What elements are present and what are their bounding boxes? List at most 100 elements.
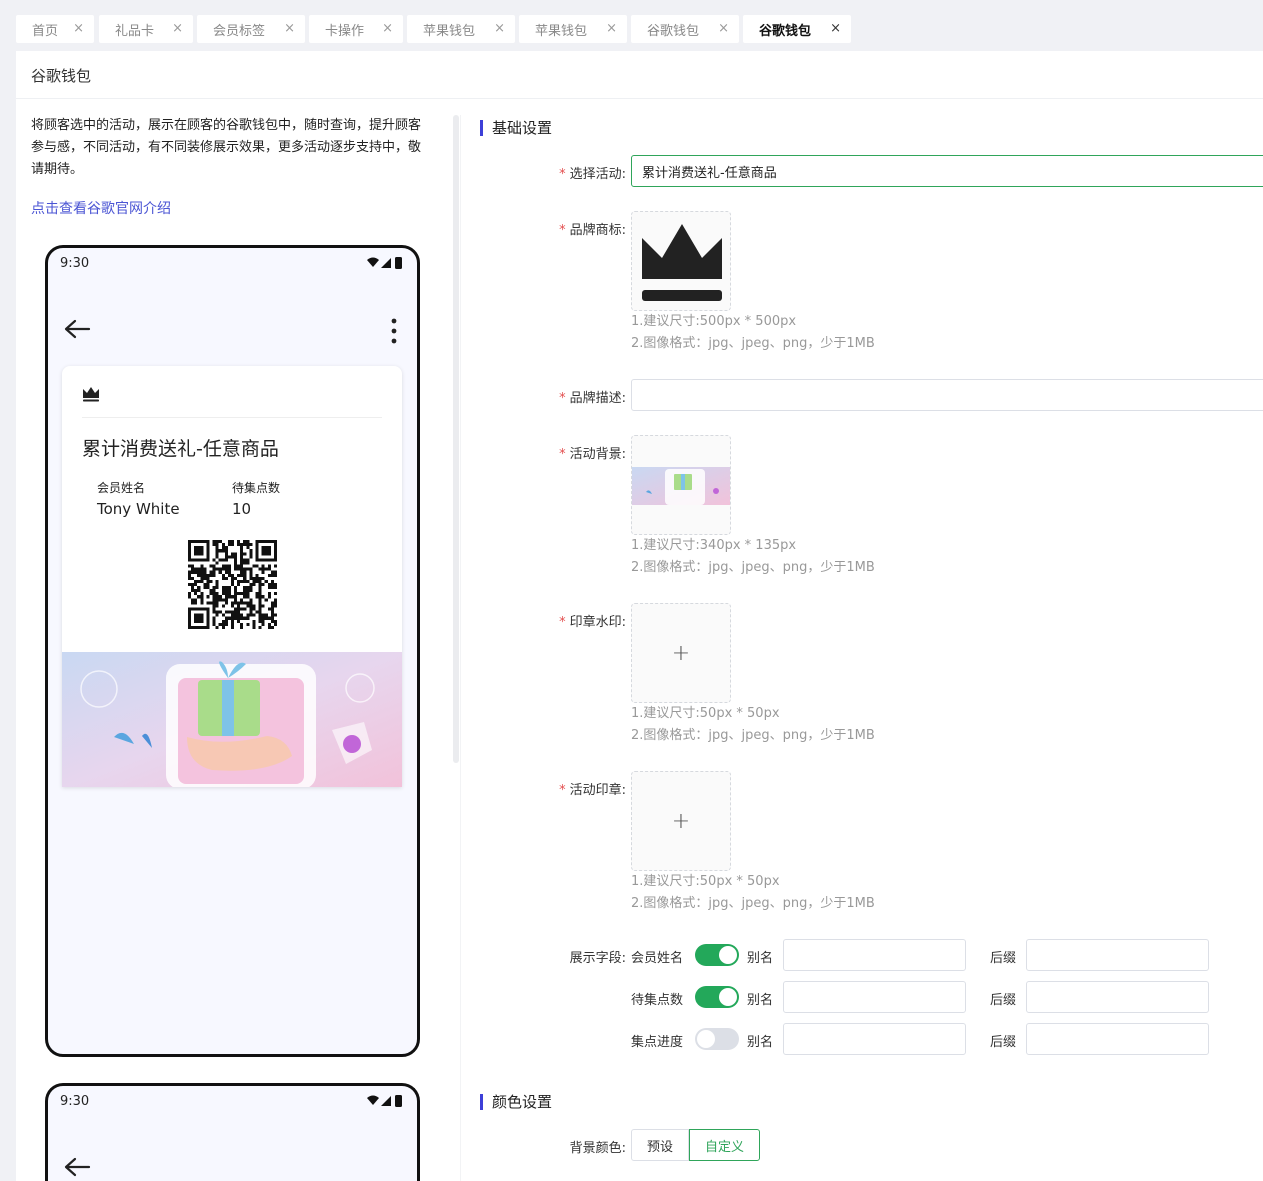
progress-suffix-input[interactable] — [1026, 1023, 1209, 1055]
activity-label: * 选择活动: — [559, 163, 626, 182]
tab-label: 首页 — [32, 23, 59, 39]
brand-description-input[interactable] — [631, 379, 1263, 411]
tab-label: 卡操作 — [325, 23, 365, 39]
activity-background-image — [62, 652, 402, 787]
google-intro-link[interactable]: 点击查看谷歌官网介绍 — [31, 198, 171, 218]
label-text: 品牌描述: — [569, 391, 626, 406]
label-text: 印章水印: — [569, 615, 626, 630]
pass-title: 累计消费送礼-任意商品 — [82, 438, 279, 460]
stamp-label: * 活动印章: — [559, 779, 626, 798]
tab-label: 礼品卡 — [115, 23, 155, 39]
basic-settings-section: 基础设置 — [480, 119, 552, 137]
crown-icon — [642, 224, 722, 301]
logo-label: * 品牌商标: — [559, 219, 626, 238]
stamp-hint-format: 2.图像格式：jpg、jpeg、png，少于1MB — [631, 896, 875, 911]
label-text: 选择活动: — [569, 167, 626, 182]
field-value-points: 10 — [232, 500, 252, 518]
member-name-suffix-input[interactable] — [1026, 939, 1209, 971]
points-alias-input[interactable] — [783, 981, 966, 1013]
tab-bar: 首页 × 礼品卡 × 会员标签 × 卡操作 × 苹果钱包 × 苹果钱包 × 谷歌… — [0, 0, 1263, 50]
main-panel: 谷歌钱包 将顾客选中的活动，展示在顾客的谷歌钱包中，随时查询，提升顾客参与感，不… — [16, 51, 1263, 1181]
required-mark: * — [559, 447, 566, 462]
alias-label: 别名 — [747, 993, 774, 1008]
tab-label: 苹果钱包 — [535, 23, 588, 39]
close-icon[interactable]: × — [73, 21, 84, 37]
label-text: 品牌商标: — [569, 223, 626, 238]
tab-google-wallet-active[interactable]: 谷歌钱包 × — [743, 15, 851, 43]
tab-gift-card[interactable]: 礼品卡 × — [99, 15, 193, 43]
watermark-hint-size: 1.建议尺寸:50px * 50px — [631, 706, 780, 721]
tab-home[interactable]: 首页 × — [16, 15, 94, 43]
close-icon[interactable]: × — [382, 21, 393, 37]
member-name-alias-input[interactable] — [783, 939, 966, 971]
status-icons — [365, 256, 405, 274]
tab-label: 谷歌钱包 — [647, 23, 700, 39]
pass-divider — [82, 417, 382, 418]
back-arrow-icon[interactable] — [63, 1156, 91, 1181]
more-options-icon[interactable] — [391, 318, 397, 348]
preset-color-button[interactable]: 预设 — [631, 1129, 690, 1161]
tab-member-tags[interactable]: 会员标签 × — [197, 15, 305, 43]
field-label-member-name: 会员姓名 — [97, 481, 146, 495]
phone-preview-2: 9:30 — [45, 1083, 420, 1181]
title-divider — [16, 98, 1263, 99]
background-upload[interactable] — [631, 435, 731, 535]
desc-label: * 品牌描述: — [559, 387, 626, 406]
display-field-name: 集点进度 — [631, 1035, 684, 1050]
status-time: 9:30 — [60, 256, 90, 271]
bg-label: * 活动背景: — [559, 443, 626, 462]
close-icon[interactable]: × — [284, 21, 295, 37]
watermark-hint-format: 2.图像格式：jpg、jpeg、png，少于1MB — [631, 728, 875, 743]
plus-icon: + — [671, 640, 691, 666]
close-icon[interactable]: × — [494, 21, 505, 37]
close-icon[interactable]: × — [172, 21, 183, 37]
tab-apple-wallet[interactable]: 苹果钱包 × — [407, 15, 515, 43]
points-suffix-input[interactable] — [1026, 981, 1209, 1013]
left-scrollbar[interactable] — [453, 115, 459, 763]
back-arrow-icon[interactable] — [63, 318, 91, 344]
suffix-label: 后缀 — [990, 1035, 1017, 1050]
label-text: 活动背景: — [569, 447, 626, 462]
logo-hint-size: 1.建议尺寸:500px * 500px — [631, 314, 797, 329]
tab-label: 会员标签 — [213, 23, 266, 39]
qr-code — [188, 540, 277, 633]
pass-card: 累计消费送礼-任意商品 会员姓名 Tony White 待集点数 10 — [62, 366, 402, 787]
status-time: 9:30 — [60, 1094, 90, 1109]
crown-icon — [82, 386, 100, 406]
close-icon[interactable]: × — [718, 21, 729, 37]
plus-icon: + — [671, 808, 691, 834]
alias-label: 别名 — [747, 951, 774, 966]
column-divider — [460, 115, 461, 1181]
background-thumbnail — [632, 467, 730, 505]
tab-label: 苹果钱包 — [423, 23, 476, 39]
display-field-name: 待集点数 — [631, 993, 684, 1008]
bg-hint-format: 2.图像格式：jpg、jpeg、png，少于1MB — [631, 560, 875, 575]
member-name-toggle[interactable] — [695, 944, 739, 966]
intro-text: 将顾客选中的活动，展示在顾客的谷歌钱包中，随时查询，提升顾客参与感，不同活动，有… — [31, 118, 422, 177]
logo-upload[interactable] — [631, 211, 731, 311]
suffix-label: 后缀 — [990, 993, 1017, 1008]
close-icon[interactable]: × — [830, 21, 841, 37]
field-value-member-name: Tony White — [97, 500, 180, 518]
watermark-upload[interactable]: + — [631, 603, 731, 703]
close-icon[interactable]: × — [606, 21, 617, 37]
required-mark: * — [559, 783, 566, 798]
required-mark: * — [559, 391, 566, 406]
custom-color-button[interactable]: 自定义 — [689, 1129, 761, 1161]
stamp-upload[interactable]: + — [631, 771, 731, 871]
suffix-label: 后缀 — [990, 951, 1017, 966]
required-mark: * — [559, 167, 566, 182]
required-mark: * — [559, 223, 566, 238]
progress-toggle[interactable] — [695, 1028, 739, 1050]
bg-hint-size: 1.建议尺寸:340px * 135px — [631, 538, 797, 553]
tab-card-operation[interactable]: 卡操作 × — [309, 15, 403, 43]
bg-color-segmented: 预设 自定义 — [631, 1129, 761, 1161]
display-fields-label: 展示字段: — [569, 951, 626, 966]
display-field-name: 会员姓名 — [631, 951, 684, 966]
tab-google-wallet[interactable]: 谷歌钱包 × — [631, 15, 739, 43]
activity-select[interactable] — [631, 155, 1263, 187]
tab-apple-wallet-2[interactable]: 苹果钱包 × — [519, 15, 627, 43]
progress-alias-input[interactable] — [783, 1023, 966, 1055]
logo-hint-format: 2.图像格式：jpg、jpeg、png，少于1MB — [631, 336, 875, 351]
points-toggle[interactable] — [695, 986, 739, 1008]
